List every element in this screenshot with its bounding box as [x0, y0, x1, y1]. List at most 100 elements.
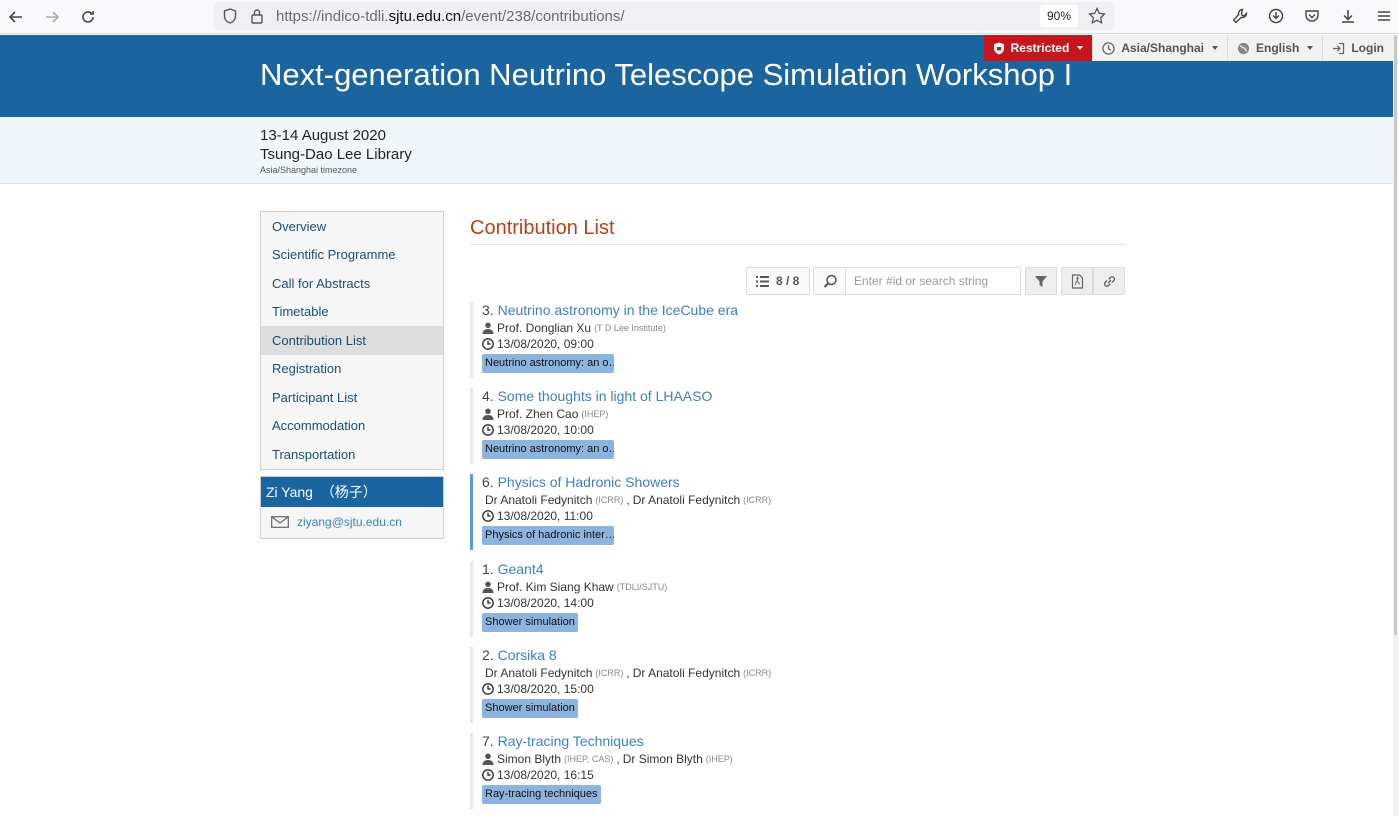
contribution-speakers: Simon Blyth (IHEP, CAS), Dr Simon Blyth …: [482, 751, 770, 767]
forward-arrow-icon[interactable]: [40, 5, 64, 29]
sidebar-item-overview[interactable]: Overview: [261, 212, 443, 241]
speaker-name[interactable]: Dr Anatoli Fedynitch: [633, 666, 740, 680]
login-label: Login: [1351, 41, 1384, 55]
contribution-speakers: Prof. Zhen Cao (IHEP): [482, 406, 770, 422]
contribution-title-link[interactable]: Ray-tracing Techniques: [498, 733, 644, 749]
contribution-item: 7. Ray-tracing Techniques Simon Blyth (I…: [470, 733, 770, 809]
language-selector[interactable]: English: [1227, 35, 1323, 61]
download-circle-icon[interactable]: [1265, 5, 1287, 27]
track-tag[interactable]: Shower simulation: [482, 699, 578, 718]
sidebar-item-registration[interactable]: Registration: [261, 355, 443, 384]
hamburger-menu-icon[interactable]: [1373, 5, 1395, 27]
sidebar-item-transportation[interactable]: Transportation: [261, 440, 443, 469]
sidebar-item-call-for-abstracts[interactable]: Call for Abstracts: [261, 269, 443, 298]
speaker-name[interactable]: Dr Anatoli Fedynitch: [485, 666, 592, 680]
speaker-name[interactable]: Simon Blyth: [497, 752, 561, 766]
contact-email-link[interactable]: ziyang@sjtu.edu.cn: [297, 515, 402, 529]
contribution-title-link[interactable]: Neutrino astronomy in the IceCube era: [498, 302, 738, 318]
event-timezone: Asia/Shanghai timezone: [260, 165, 358, 175]
chevron-down-icon: [1212, 46, 1218, 50]
sidebar-item-accommodation[interactable]: Accommodation: [261, 412, 443, 441]
back-arrow-icon[interactable]: [4, 5, 28, 29]
track-tag[interactable]: Physics of hadronic inter…: [482, 526, 614, 545]
contribution-item: 3. Neutrino astronomy in the IceCube era…: [470, 302, 770, 378]
speaker-affiliation: (ICRR): [743, 668, 772, 678]
reload-icon[interactable]: [76, 5, 100, 29]
contribution-item: 1. Geant4 Prof. Kim Siang Khaw (TDLI/SJT…: [470, 561, 770, 637]
contribution-title-link[interactable]: Some thoughts in light of LHAASO: [498, 388, 713, 404]
contribution-speakers: Prof. Donglian Xu (T D Lee Institute): [482, 320, 770, 336]
sidebar-item-timetable[interactable]: Timetable: [261, 298, 443, 327]
contribution-speakers: Prof. Kim Siang Khaw (TDLI/SJTU): [482, 579, 770, 595]
search-icon[interactable]: [813, 267, 846, 295]
search-input[interactable]: [845, 267, 1021, 295]
track-tag[interactable]: Neutrino astronomy: an o…: [482, 354, 614, 373]
contribution-number: 2.: [482, 647, 494, 663]
permalink-button[interactable]: [1093, 267, 1125, 295]
speaker-name[interactable]: Prof. Kim Siang Khaw: [497, 580, 614, 594]
track-tag[interactable]: Ray-tracing techniques: [482, 785, 601, 804]
contribution-time: 13/08/2020, 15:00: [482, 681, 770, 697]
contact-name: Zi Yang （杨子）: [261, 477, 443, 507]
bookmark-star-icon[interactable]: [1088, 7, 1106, 25]
contribution-time: 13/08/2020, 09:00: [482, 336, 770, 352]
scrollbar[interactable]: [1393, 35, 1398, 816]
language-label: English: [1256, 41, 1300, 55]
contribution-counter[interactable]: 8 / 8: [746, 267, 810, 295]
speaker-name[interactable]: Prof. Zhen Cao: [497, 407, 578, 421]
contact-box: Zi Yang （杨子） ziyang@sjtu.edu.cn: [260, 476, 444, 539]
sidebar-item-contribution-list[interactable]: Contribution List: [261, 326, 443, 355]
timezone-label: Asia/Shanghai: [1121, 41, 1204, 55]
scrollbar-thumb[interactable]: [1394, 35, 1397, 635]
pocket-icon[interactable]: [1301, 5, 1323, 27]
clock-icon: [482, 683, 494, 695]
contribution-item: 4. Some thoughts in light of LHAASO Prof…: [470, 388, 770, 464]
speaker-affiliation: (ICRR): [595, 668, 624, 678]
sidebar-item-participant-list[interactable]: Participant List: [261, 383, 443, 412]
restricted-badge[interactable]: Restricted: [983, 35, 1093, 61]
top-menu: Restricted Asia/Shanghai English Login: [983, 35, 1393, 61]
speaker-affiliation: (ICRR): [595, 495, 624, 505]
clock-icon: [482, 769, 494, 781]
contribution-number: 3.: [482, 302, 494, 318]
url-bar[interactable]: https://indico-tdli.sjtu.edu.cn/event/23…: [214, 2, 1114, 30]
browser-toolbar: https://indico-tdli.sjtu.edu.cn/event/23…: [0, 0, 1398, 34]
lock-icon[interactable]: [248, 7, 266, 25]
person-icon: [482, 753, 494, 765]
person-icon: [482, 322, 494, 334]
track-tag[interactable]: Shower simulation: [482, 613, 578, 632]
speaker-name[interactable]: Dr Anatoli Fedynitch: [485, 493, 592, 507]
downloads-icon[interactable]: [1337, 5, 1359, 27]
list-icon: [756, 275, 769, 287]
track-tag[interactable]: Neutrino astronomy: an o…: [482, 440, 614, 459]
shield-icon: [993, 42, 1004, 54]
clock-icon: [482, 338, 494, 350]
zoom-level[interactable]: 90%: [1040, 5, 1078, 27]
clock-icon: [482, 510, 494, 522]
event-title[interactable]: Next-generation Neutrino Telescope Simul…: [260, 57, 1072, 93]
clock-icon: [482, 597, 494, 609]
pdf-export-button[interactable]: [1061, 267, 1093, 295]
contribution-title-link[interactable]: Geant4: [498, 561, 544, 577]
shield-icon[interactable]: [221, 7, 239, 25]
speaker-name[interactable]: Dr Anatoli Fedynitch: [633, 493, 740, 507]
filter-button[interactable]: [1025, 267, 1057, 295]
contribution-title-link[interactable]: Corsika 8: [498, 647, 557, 663]
timezone-selector[interactable]: Asia/Shanghai: [1092, 35, 1227, 61]
contribution-number: 6.: [482, 474, 494, 490]
sidebar-item-scientific-programme[interactable]: Scientific Programme: [261, 241, 443, 270]
start-time: 13/08/2020, 10:00: [497, 423, 594, 437]
login-button[interactable]: Login: [1322, 35, 1393, 61]
wrench-icon[interactable]: [1229, 5, 1251, 27]
url-text[interactable]: https://indico-tdli.sjtu.edu.cn/event/23…: [276, 8, 625, 25]
speaker-affiliation: (ICRR): [743, 495, 772, 505]
speaker-name[interactable]: Dr Simon Blyth: [623, 752, 703, 766]
speaker-name[interactable]: Prof. Donglian Xu: [497, 321, 591, 335]
contribution-title-link[interactable]: Physics of Hadronic Showers: [498, 474, 680, 490]
envelope-icon: [271, 516, 289, 528]
speaker-affiliation: (IHEP, CAS): [564, 754, 614, 764]
start-time: 13/08/2020, 09:00: [497, 337, 594, 351]
contribution-time: 13/08/2020, 10:00: [482, 422, 770, 438]
contribution-time: 13/08/2020, 11:00: [482, 508, 770, 524]
page-title: Contribution List: [470, 217, 615, 239]
